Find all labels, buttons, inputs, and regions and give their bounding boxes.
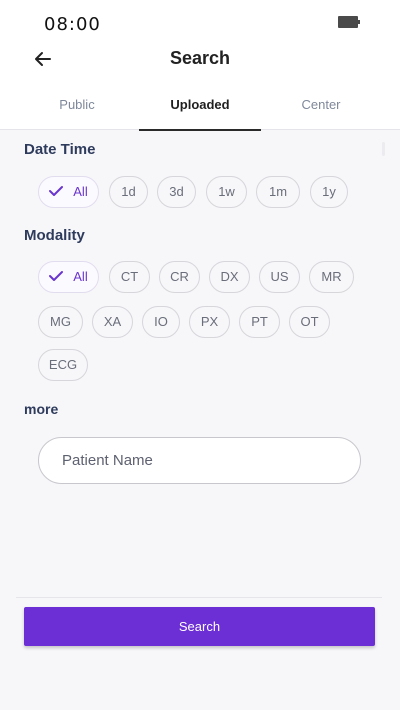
tab-uploaded[interactable]: Uploaded: [139, 84, 261, 131]
more-label: more: [24, 401, 59, 417]
modality-chip-xa[interactable]: XA: [92, 306, 133, 338]
date-chip-all[interactable]: All: [38, 176, 99, 208]
modality-chip-mg[interactable]: MG: [38, 306, 83, 338]
battery-icon: [338, 16, 360, 28]
modality-chip-cr[interactable]: CR: [159, 261, 200, 293]
footer-divider: [16, 597, 382, 598]
modality-label: Modality: [24, 227, 85, 244]
modality-chip-us[interactable]: US: [259, 261, 300, 293]
date-chip-3d[interactable]: 3d: [157, 176, 196, 208]
modality-chip-mr[interactable]: MR: [309, 261, 354, 293]
modality-chip-label: All: [73, 269, 88, 284]
date-chip-1m[interactable]: 1m: [256, 176, 300, 208]
date-chip-1y[interactable]: 1y: [310, 176, 348, 208]
modality-chip-ecg[interactable]: ECG: [38, 349, 88, 381]
modality-chip-io[interactable]: IO: [142, 306, 180, 338]
modality-chip-px[interactable]: PX: [189, 306, 230, 338]
date-chip-label: All: [73, 184, 88, 199]
patient-name-input[interactable]: [38, 437, 361, 484]
status-time: 08:00: [44, 14, 101, 35]
modality-chip-all[interactable]: All: [38, 261, 99, 293]
date-chip-1d[interactable]: 1d: [109, 176, 148, 208]
check-icon: [49, 271, 64, 281]
check-icon: [49, 186, 64, 196]
date-time-label: Date Time: [24, 141, 96, 158]
tab-bar: Public Uploaded Center: [0, 84, 400, 131]
scroll-indicator: [382, 142, 385, 156]
tab-public[interactable]: Public: [16, 84, 138, 130]
modality-chip-ct[interactable]: CT: [109, 261, 150, 293]
app-header: 08:00 Search Public Uploaded Center: [0, 0, 400, 131]
modality-chip-ot[interactable]: OT: [289, 306, 330, 338]
tab-center[interactable]: Center: [260, 84, 382, 130]
modality-chip-pt[interactable]: PT: [239, 306, 280, 338]
search-button[interactable]: Search: [24, 607, 375, 646]
page-title: Search: [169, 48, 231, 68]
date-chip-1w[interactable]: 1w: [206, 176, 247, 208]
modality-chip-dx[interactable]: DX: [209, 261, 250, 293]
